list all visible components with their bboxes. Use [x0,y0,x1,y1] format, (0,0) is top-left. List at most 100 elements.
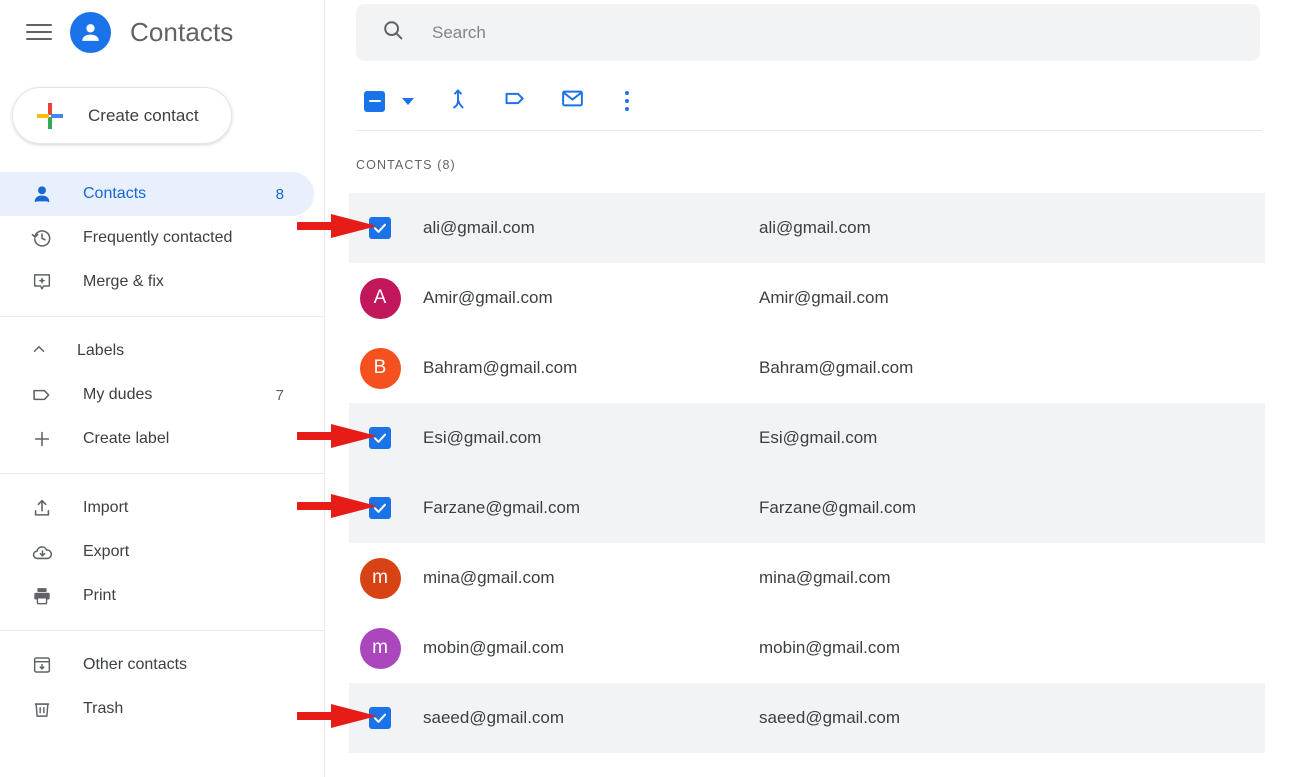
sidebar-footer-section: Other contacts Trash [0,643,324,731]
select-all-checkbox[interactable] [364,90,385,112]
search-input[interactable]: Search [432,23,486,43]
contact-email: mina@gmail.com [759,568,891,587]
sidebar: Contacts Create contact Contacts 8 Frequ… [0,0,325,777]
row-checkbox-cell[interactable] [349,497,411,519]
selection-toolbar [356,78,638,124]
sidebar-item-frequently-contacted[interactable]: Frequently contacted [0,216,314,260]
print-icon [30,584,54,608]
sidebar-item-print[interactable]: Print [0,574,314,618]
sidebar-item-label: Other contacts [83,656,188,673]
contact-name: mina@gmail.com [423,568,555,587]
contact-email: Amir@gmail.com [759,288,889,307]
sidebar-item-create-label[interactable]: Create label [0,417,314,461]
contacts-app: Contacts Create contact Contacts 8 Frequ… [0,0,1293,777]
sidebar-divider-2 [0,473,324,474]
sidebar-item-label: Merge & fix [83,273,164,290]
sidebar-item-label: Contacts [83,185,147,202]
create-contact-button[interactable]: Create contact [12,87,232,144]
contact-email: saeed@gmail.com [759,708,901,727]
sidebar-item-other-contacts[interactable]: Other contacts [0,643,314,687]
checkbox-indeterminate-icon [368,100,381,102]
create-contact-label: Create contact [88,105,199,125]
sidebar-item-label: Create label [83,430,170,447]
contact-email: Esi@gmail.com [759,428,878,447]
more-options-button[interactable] [616,88,638,114]
row-checkbox-cell[interactable] [349,217,411,239]
row-checkbox-cell[interactable] [349,427,411,449]
plus-icon [30,427,54,451]
sidebar-item-label: Frequently contacted [83,229,233,246]
trash-icon [30,697,54,721]
export-cloud-download-icon [30,540,54,564]
contact-name: Amir@gmail.com [423,288,553,307]
history-clock-icon [30,226,54,250]
sidebar-item-count: 8 [275,185,284,203]
sidebar-item-label: My dudes [83,386,153,403]
table-row[interactable]: m mina@gmail.com mina@gmail.com [349,543,1265,613]
checkmark-icon [374,223,386,233]
sidebar-item-export[interactable]: Export [0,530,314,574]
person-outline-icon [30,182,54,206]
merge-button[interactable] [445,88,471,114]
sidebar-item-my-dudes[interactable]: My dudes 7 [0,373,314,417]
row-avatar-cell[interactable]: A [349,277,411,319]
avatar[interactable]: A [359,277,401,319]
table-row[interactable]: B Bahram@gmail.com Bahram@gmail.com [349,333,1265,403]
row-checkbox-checked[interactable] [369,217,391,239]
sidebar-tools-section: Import Export Print [0,486,324,618]
row-avatar-cell[interactable]: B [349,347,411,389]
other-contacts-archive-icon [30,653,54,677]
sidebar-item-merge-and-fix[interactable]: Merge & fix [0,260,314,304]
sidebar-item-label: Trash [83,700,124,717]
avatar[interactable]: m [359,627,401,669]
main-content: Search CONTACTS (8) ali@gmail.com ali@gm… [297,0,1293,777]
table-row[interactable]: Esi@gmail.com Esi@gmail.com [349,403,1265,473]
chevron-up-icon [30,340,48,363]
google-plus-icon [37,102,63,129]
checkmark-icon [374,713,386,723]
avatar[interactable]: m [359,557,401,599]
labels-section-label: Labels [77,342,125,359]
merge-fix-sparkle-icon [30,270,54,294]
contact-name: Esi@gmail.com [423,428,542,447]
contact-name: saeed@gmail.com [423,708,565,727]
sidebar-item-trash[interactable]: Trash [0,687,314,731]
labels-section-toggle[interactable]: Labels [0,329,324,373]
sidebar-divider-3 [0,630,324,631]
contact-email: Farzane@gmail.com [759,498,917,517]
chevron-down-icon[interactable] [402,97,414,105]
send-email-button[interactable] [559,88,585,114]
checkmark-icon [374,433,386,443]
row-checkbox-checked[interactable] [369,427,391,449]
label-tag-icon [503,86,528,116]
search-bar[interactable]: Search [356,4,1260,61]
manage-labels-button[interactable] [502,88,528,114]
sidebar-item-import[interactable]: Import [0,486,314,530]
row-checkbox-checked[interactable] [369,707,391,729]
contact-name: Farzane@gmail.com [423,498,581,517]
table-row[interactable]: saeed@gmail.com saeed@gmail.com [349,683,1265,753]
sidebar-divider-1 [0,316,324,317]
contact-name: mobin@gmail.com [423,638,565,657]
table-row[interactable]: A Amir@gmail.com Amir@gmail.com [349,263,1265,333]
table-row[interactable]: Farzane@gmail.com Farzane@gmail.com [349,473,1265,543]
row-avatar-cell[interactable]: m [349,557,411,599]
more-options-kebab-icon [625,91,629,95]
sidebar-item-contacts[interactable]: Contacts 8 [0,172,314,216]
page-title: Contacts [130,16,234,47]
brand-bar: Contacts [0,0,324,64]
sidebar-item-label: Export [83,543,130,560]
avatar[interactable]: B [359,347,401,389]
row-checkbox-checked[interactable] [369,497,391,519]
hamburger-menu-icon[interactable] [26,21,52,43]
row-checkbox-cell[interactable] [349,707,411,729]
import-upload-icon [30,496,54,520]
merge-contacts-icon [446,87,470,116]
sidebar-item-label: Import [83,499,129,516]
table-row[interactable]: ali@gmail.com ali@gmail.com [349,193,1265,263]
contact-name: Bahram@gmail.com [423,358,578,377]
toolbar-divider [356,130,1262,131]
sidebar-labels-section: Labels My dudes 7 Create label [0,329,324,461]
table-row[interactable]: m mobin@gmail.com mobin@gmail.com [349,613,1265,683]
row-avatar-cell[interactable]: m [349,627,411,669]
